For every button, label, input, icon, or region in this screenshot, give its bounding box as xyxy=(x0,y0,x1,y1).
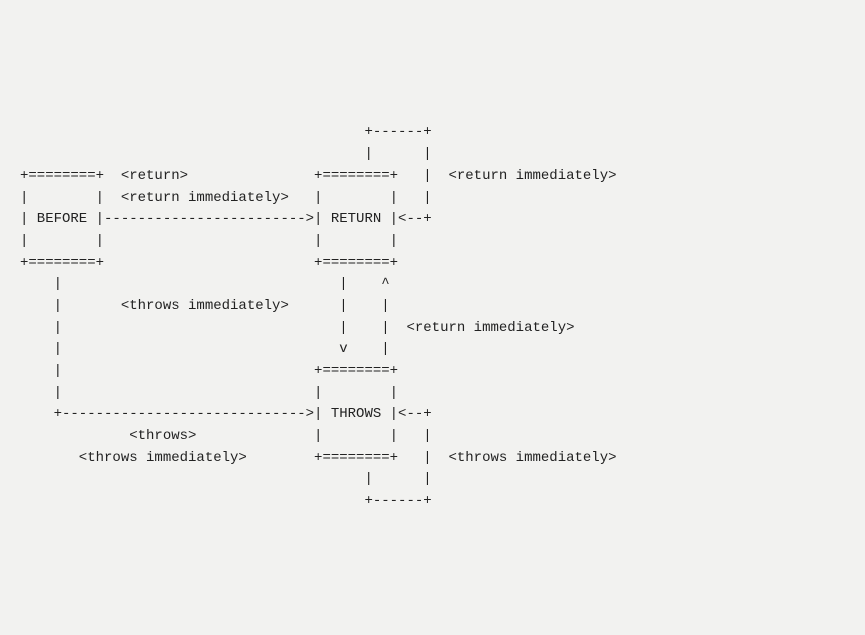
diagram-line: | | xyxy=(20,471,432,487)
diagram-line: +------+ xyxy=(20,493,432,509)
diagram-line: <throws> | | | xyxy=(20,428,432,444)
diagram-line: +========+ <return> +========+ | <return… xyxy=(20,168,617,184)
diagram-line: | | | <return immediately> xyxy=(20,320,575,336)
diagram-line: | | <return immediately> | | | xyxy=(20,190,432,206)
diagram-line: | v | xyxy=(20,341,390,357)
diagram-line: | | | | xyxy=(20,233,398,249)
diagram-line: +----------------------------->| THROWS … xyxy=(20,406,432,422)
diagram-line: | <throws immediately> | | xyxy=(20,298,390,314)
diagram-line: | BEFORE |------------------------>| RET… xyxy=(20,211,432,227)
diagram-line: +========+ +========+ xyxy=(20,255,398,271)
ascii-state-diagram: +------+ | | +========+ <return> +======… xyxy=(0,87,865,527)
diagram-line: | | ^ xyxy=(20,276,390,292)
diagram-line: | +========+ xyxy=(20,363,398,379)
diagram-line: <throws immediately> +========+ | <throw… xyxy=(20,450,617,466)
diagram-line: | | xyxy=(20,146,432,162)
diagram-line: | | | xyxy=(20,385,398,401)
diagram-line: +------+ xyxy=(20,124,432,140)
